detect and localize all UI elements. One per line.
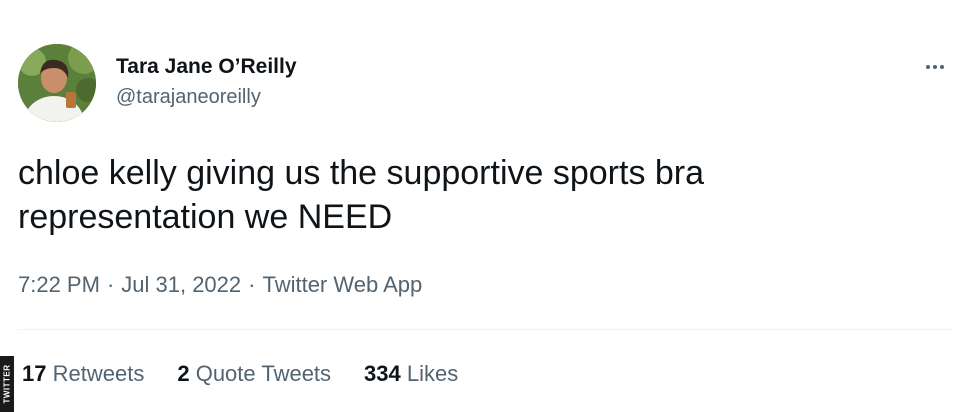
likes-count: 334 [364, 361, 401, 386]
avatar-image [18, 44, 96, 122]
meta-separator: · [248, 272, 256, 297]
twitter-watermark: TWITTER [0, 356, 14, 412]
quote-tweets-count: 2 [177, 361, 190, 386]
author-display-name[interactable]: Tara Jane O’Reilly [116, 53, 297, 81]
quote-tweets-stat[interactable]: 2 Quote Tweets [177, 359, 331, 389]
author-block: Tara Jane O’Reilly @tarajaneoreilly [116, 53, 297, 111]
author-handle[interactable]: @tarajaneoreilly [116, 83, 297, 111]
tweet-source[interactable]: Twitter Web App [262, 272, 422, 297]
avatar[interactable] [18, 44, 96, 122]
retweets-stat[interactable]: 17 Retweets [22, 359, 144, 389]
more-options-button[interactable] [918, 56, 952, 78]
more-horizontal-icon [926, 65, 930, 69]
tweet-text-line: chloe kelly giving us the supportive spo… [18, 154, 705, 192]
retweets-count: 17 [22, 361, 47, 386]
likes-stat[interactable]: 334 Likes [364, 359, 458, 389]
quote-tweets-label: Quote Tweets [195, 361, 332, 386]
tweet-stats: 17 Retweets 2 Quote Tweets 334 Likes [22, 359, 491, 389]
more-horizontal-icon-dot [940, 65, 944, 69]
likes-label: Likes [406, 361, 459, 386]
tweet-date[interactable]: Jul 31, 2022 [121, 272, 241, 297]
watermark-text: TWITTER [2, 364, 12, 404]
meta-separator: · [106, 272, 115, 297]
tweet-card: Tara Jane O’Reilly @tarajaneoreilly chlo… [0, 0, 976, 412]
more-horizontal-icon-dot [933, 65, 937, 69]
tweet-text: chloe kelly giving us the supportive spo… [18, 151, 918, 239]
tweet-time[interactable]: 7:22 PM [18, 272, 100, 297]
divider [18, 329, 952, 330]
retweets-label: Retweets [52, 361, 145, 386]
tweet-meta: 7:22 PM · Jul 31, 2022 · Twitter Web App [18, 270, 422, 300]
tweet-text-line: representation we NEED [18, 198, 393, 236]
